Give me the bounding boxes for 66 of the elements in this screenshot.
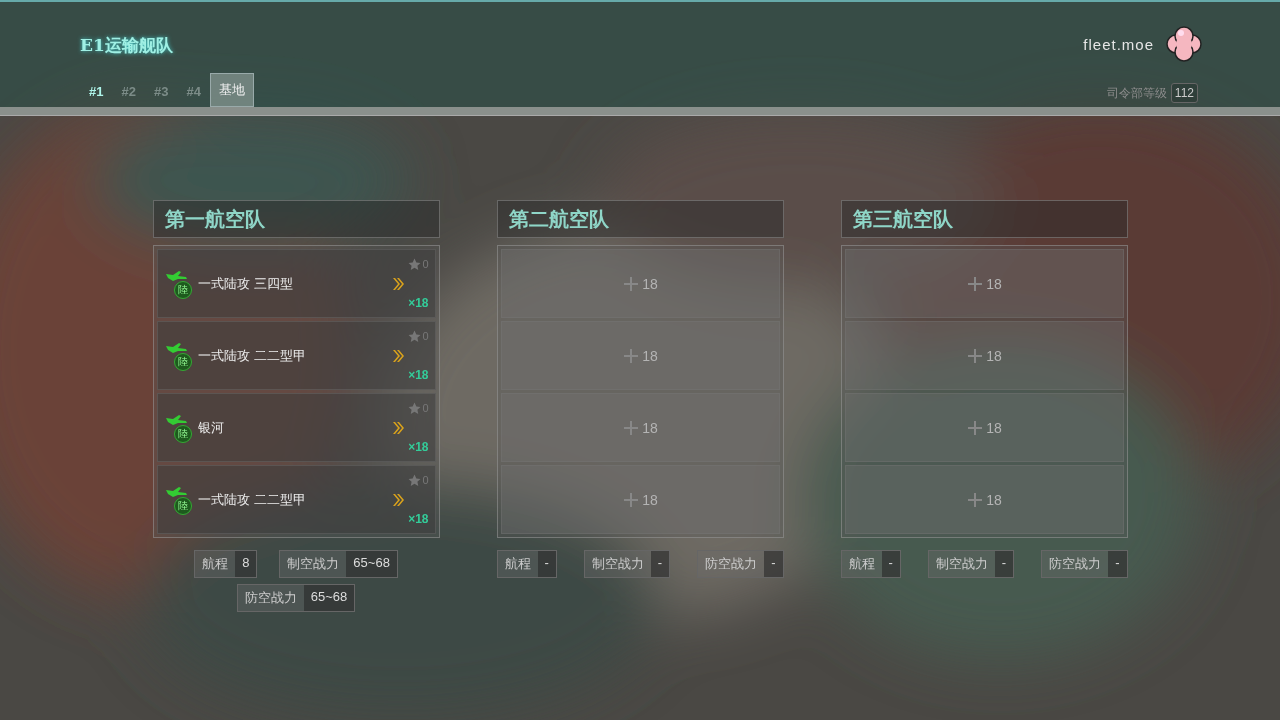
aircraft-count: ×18 [408,439,429,454]
aircraft-count: ×18 [408,511,429,526]
chevron-icon [392,420,405,435]
stat-value: - [764,551,783,577]
site-name[interactable]: fleet.moe [1083,35,1154,53]
aircraft-count: ×18 [408,295,429,310]
star-icon [408,473,422,487]
stat-value: - [537,551,556,577]
hq-level-label: 司令部等级 [1106,84,1167,102]
aircraft-count: ×18 [408,367,429,382]
plus-icon [624,492,639,507]
stat-value: - [650,551,670,577]
aircraft-icon [165,486,187,497]
stat-label: 防空战力 [243,589,298,607]
stat-value: - [881,551,900,577]
plus-icon [968,492,983,507]
plus-icon [968,348,983,363]
stat-label: 航程 [503,555,532,573]
add-slot-button[interactable]: 18 [962,490,1008,509]
add-slot-button[interactable]: 18 [962,274,1008,293]
add-slot-button[interactable]: 18 [618,346,664,365]
fleet-tab[interactable]: #4 [177,76,210,107]
star-icon [408,401,422,415]
add-slot-button[interactable]: 18 [618,274,664,293]
star-icon [408,329,422,343]
stat-value: 65~68 [303,585,355,611]
star-icon [408,257,422,271]
add-slot-button[interactable]: 18 [618,418,664,437]
fleet-tab[interactable]: #3 [144,76,178,107]
plus-icon [968,420,983,435]
squadron-title: 第二航空队 [496,200,784,238]
stat-value: - [994,551,1014,577]
stat-label: 防空战力 [1048,555,1103,573]
aircraft-icon [165,270,187,281]
plus-icon [968,276,983,291]
stat-label: 航程 [847,555,876,573]
aircraft-icon [165,342,187,353]
add-slot-button[interactable]: 18 [618,490,664,509]
stat-value: 65~68 [346,551,397,577]
aircraft-name: 银河 [197,418,225,437]
fleet-tab[interactable]: 基地 [209,73,254,107]
hq-level-value: 112 [1170,83,1198,103]
aircraft-name: 一式陆攻 二二型甲 [197,490,307,509]
stat-label: 制空战力 [286,555,341,573]
chevron-icon [392,492,405,507]
add-slot-button[interactable]: 18 [962,418,1008,437]
stat-label: 防空战力 [704,555,759,573]
add-slot-button[interactable]: 18 [962,346,1008,365]
stat-label: 制空战力 [590,555,645,573]
squadron-title: 第三航空队 [840,200,1128,238]
fleet-tab[interactable]: #2 [112,76,145,107]
plus-icon [624,420,639,435]
stat-label: 航程 [201,555,230,573]
stat-value: - [1108,551,1127,577]
aircraft-name: 一式陆攻 二二型甲 [197,346,307,365]
squadron-title: 第一航空队 [152,200,440,238]
stat-label: 制空战力 [934,555,989,573]
aircraft-icon [165,414,187,425]
fleet-tab[interactable]: #1 [80,76,113,107]
chevron-icon [392,276,405,291]
chevron-icon [392,348,405,363]
plus-icon [624,276,639,291]
aircraft-name: 一式陆攻 三四型 [197,274,294,293]
fleet-title: E1运输舰队 [80,34,174,57]
plus-icon [624,348,639,363]
stat-value: 8 [235,551,257,577]
